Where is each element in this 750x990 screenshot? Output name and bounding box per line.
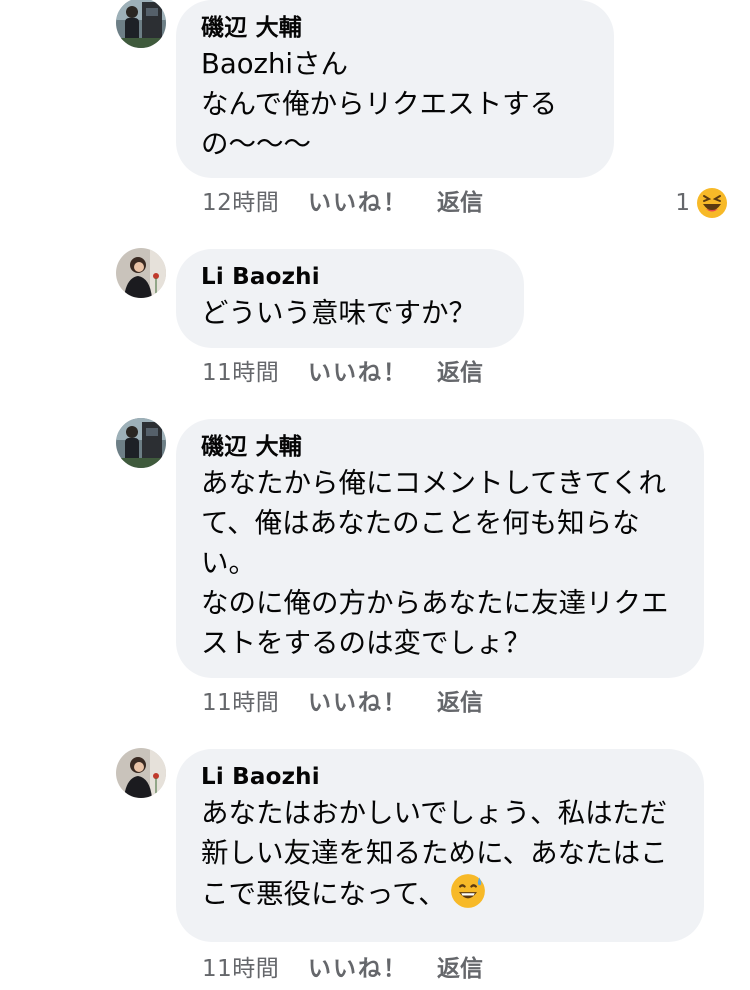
comment-text: どういう意味ですか？ (201, 297, 476, 329)
sweat-smile-emoji-icon (450, 874, 485, 908)
avatar-photo-icon (116, 0, 166, 48)
like-button[interactable]: いいね！ (308, 188, 437, 218)
comment-bubble: Li Baozhi どういう意味ですか？ (176, 249, 524, 348)
avatar-photo-icon (116, 248, 166, 298)
avatar[interactable] (116, 248, 166, 298)
avatar-photo-icon (116, 418, 166, 468)
comment-text-content: あなたはおかしいでしょう、私はただ新しい友達を知るために、あなたはここで悪役にな… (201, 797, 668, 910)
comment-timestamp[interactable]: 11時間 (202, 358, 308, 388)
comment-author[interactable]: 磯辺 大輔 (201, 14, 590, 42)
comment-actions: 12時間 いいね！ 返信 (202, 188, 483, 218)
like-button[interactable]: いいね！ (308, 688, 437, 718)
avatar[interactable] (116, 0, 166, 48)
comment-thread: 磯辺 大輔 Baozhiさん なんで俺からリクエストするの〜〜〜 12時間 いい… (0, 0, 750, 990)
laughing-emoji-icon (697, 188, 727, 218)
comment-actions: 11時間 いいね！ 返信 (202, 358, 483, 388)
like-button[interactable]: いいね！ (308, 358, 437, 388)
reaction-summary[interactable]: 1 (675, 187, 728, 219)
comment-bubble: Li Baozhi あなたはおかしいでしょう、私はただ新しい友達を知るために、あ… (176, 749, 704, 942)
reply-button[interactable]: 返信 (437, 358, 483, 388)
comment-bubble: 磯辺 大輔 Baozhiさん なんで俺からリクエストするの〜〜〜 (176, 0, 614, 178)
comment-timestamp[interactable]: 12時間 (202, 188, 308, 218)
comment-timestamp[interactable]: 11時間 (202, 954, 308, 984)
comment-text: あなたから俺にコメントしてきてくれて、俺はあなたのことを何も知らない。 なのに俺… (201, 467, 669, 659)
comment-actions: 11時間 いいね！ 返信 (202, 688, 483, 718)
comment-timestamp[interactable]: 11時間 (202, 688, 308, 718)
comment-actions: 11時間 いいね！ 返信 (202, 954, 483, 984)
avatar-photo-icon (116, 748, 166, 798)
comment-author[interactable]: Li Baozhi (201, 763, 680, 791)
reply-button[interactable]: 返信 (437, 954, 483, 984)
avatar[interactable] (116, 418, 166, 468)
comment-text: Baozhiさん なんで俺からリクエストするの〜〜〜 (201, 48, 558, 160)
comment-author[interactable]: 磯辺 大輔 (201, 433, 680, 461)
comment-text: あなたはおかしいでしょう、私はただ新しい友達を知るために、あなたはここで悪役にな… (201, 793, 680, 914)
comment-author[interactable]: Li Baozhi (201, 263, 500, 291)
reply-button[interactable]: 返信 (437, 688, 483, 718)
avatar[interactable] (116, 748, 166, 798)
reaction-count: 1 (675, 190, 690, 216)
comment-bubble: 磯辺 大輔 あなたから俺にコメントしてきてくれて、俺はあなたのことを何も知らない… (176, 419, 704, 678)
reply-button[interactable]: 返信 (437, 188, 483, 218)
like-button[interactable]: いいね！ (308, 954, 437, 984)
